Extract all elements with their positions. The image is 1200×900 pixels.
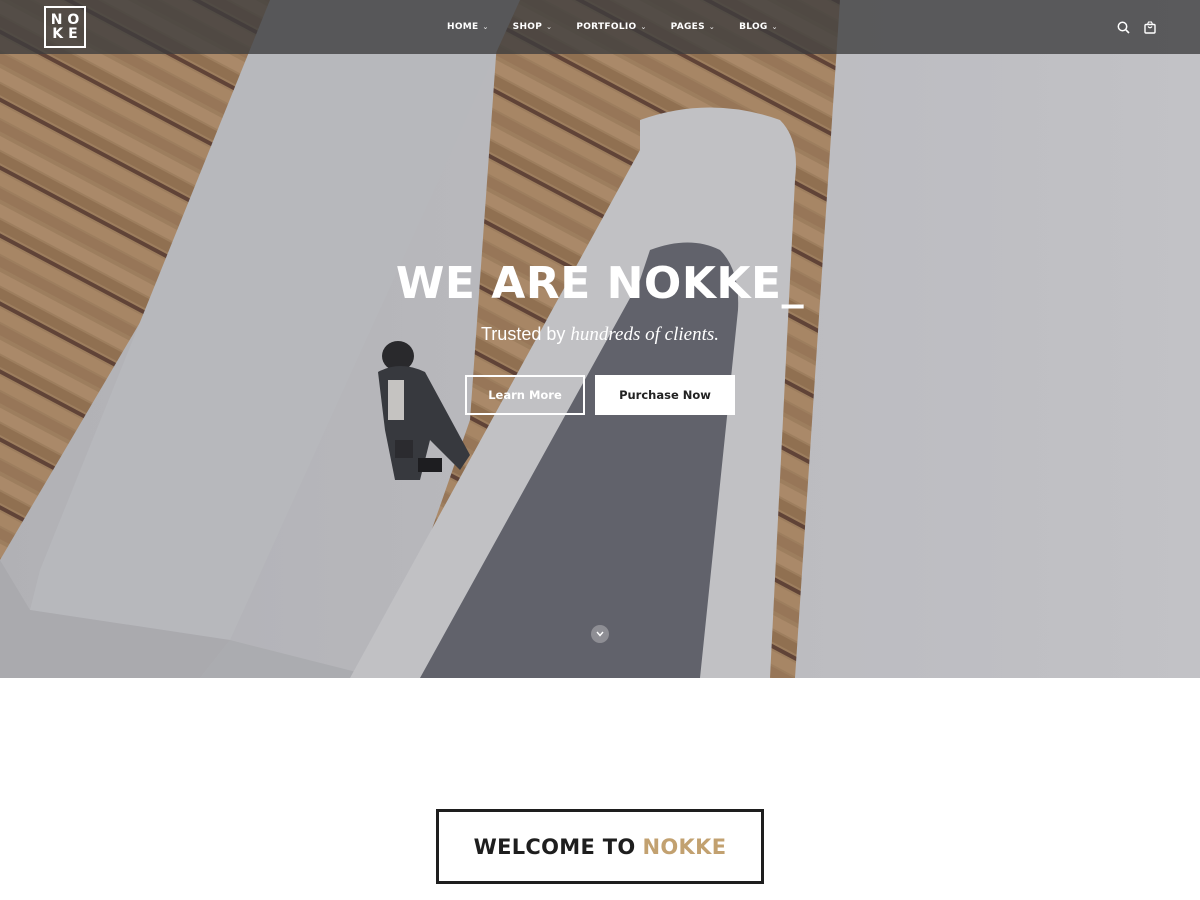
nav-item-blog[interactable]: BLOG ⌄ [739, 22, 778, 32]
hero-subtitle-emphasis: hundreds of clients. [570, 324, 720, 345]
nav-item-portfolio[interactable]: PORTFOLIO ⌄ [576, 22, 646, 32]
welcome-brand: NOKKE [642, 834, 727, 859]
hero-subtitle: Trusted by hundreds of clients. [0, 324, 1200, 346]
site-header: NO KE HOME ⌄ SHOP ⌄ PORTFOLIO ⌄ PAGES ⌄ … [0, 0, 1200, 54]
chevron-down-icon: ⌄ [708, 23, 716, 31]
purchase-now-button[interactable]: Purchase Now [595, 375, 735, 415]
nav-item-label: PAGES [670, 22, 705, 32]
nav-item-home[interactable]: HOME ⌄ [447, 22, 489, 32]
nav-item-pages[interactable]: PAGES ⌄ [671, 22, 715, 32]
learn-more-button[interactable]: Learn More [465, 375, 585, 415]
hero-subtitle-plain: Trusted by [480, 324, 571, 344]
header-actions [1117, 0, 1156, 54]
site-logo[interactable]: NO KE [44, 6, 86, 48]
logo-line-1: NO [50, 12, 85, 28]
nav-item-label: SHOP [512, 22, 543, 32]
scroll-down-button[interactable] [591, 625, 609, 643]
hero-section: WE ARE NOKKE_ Trusted by hundreds of cli… [0, 0, 1200, 678]
welcome-prefix: WELCOME TO [473, 834, 636, 859]
chevron-down-icon: ⌄ [771, 23, 778, 31]
nav-item-label: HOME [447, 22, 479, 32]
chevron-down-icon: ⌄ [546, 23, 553, 31]
chevron-down-icon: ⌄ [640, 23, 647, 31]
nav-item-label: PORTFOLIO [576, 22, 637, 32]
search-icon[interactable] [1117, 21, 1130, 34]
hero-title: WE ARE NOKKE_ [395, 258, 805, 309]
nav-item-label: BLOG [739, 22, 768, 32]
main-nav: HOME ⌄ SHOP ⌄ PORTFOLIO ⌄ PAGES ⌄ BLOG ⌄ [447, 0, 802, 54]
welcome-heading: WELCOME TO NOKKE [436, 809, 764, 884]
nav-item-shop[interactable]: SHOP ⌄ [513, 22, 553, 32]
chevron-down-icon [596, 631, 604, 637]
shopping-bag-icon[interactable] [1144, 20, 1156, 34]
chevron-down-icon: ⌄ [482, 23, 489, 31]
logo-line-2: KE [52, 26, 83, 42]
